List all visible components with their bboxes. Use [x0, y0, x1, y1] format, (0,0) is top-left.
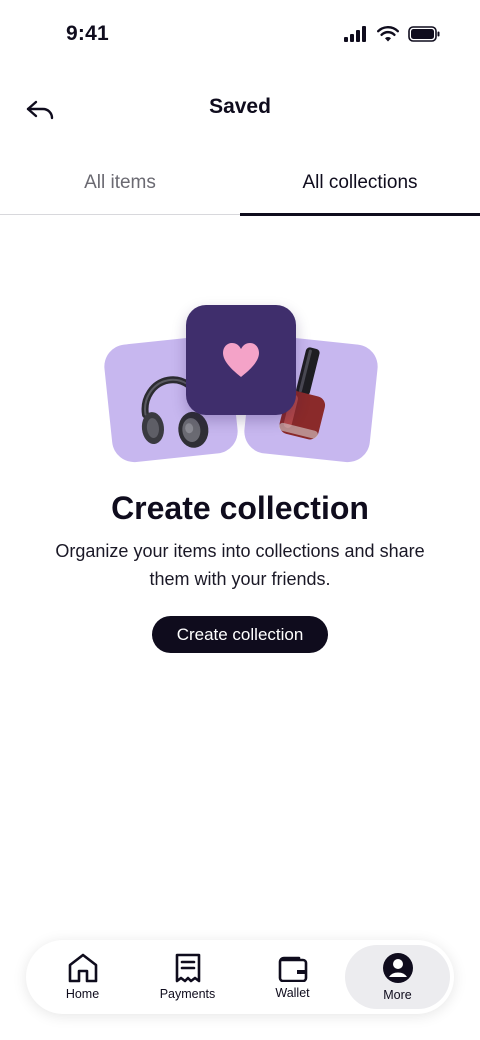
receipt-icon — [175, 953, 200, 983]
profile-icon — [382, 953, 413, 983]
status-bar: 9:41 — [0, 0, 480, 72]
home-icon — [68, 953, 97, 983]
empty-state-description: Organize your items into collections and… — [55, 541, 425, 589]
nav-item-payments[interactable]: Payments — [135, 945, 240, 1009]
status-icons — [344, 26, 440, 42]
nav-item-wallet[interactable]: Wallet — [240, 945, 345, 1009]
battery-icon — [408, 26, 440, 42]
wifi-icon — [377, 26, 399, 42]
nav-label-more: More — [383, 988, 412, 1002]
nav-label-home: Home — [65, 987, 100, 1001]
wallet-icon — [278, 956, 307, 982]
saved-heart-card — [186, 305, 296, 415]
create-collection-button[interactable]: Create collection — [152, 616, 328, 653]
nav-item-more[interactable]: More — [345, 945, 450, 1009]
bottom-nav: Home Payments Wallet More — [26, 940, 454, 1014]
nav-label-wallet: Wallet — [275, 986, 310, 1000]
status-time: 9:41 — [66, 22, 109, 45]
header: Saved — [0, 80, 480, 136]
empty-state-title: Create collection — [111, 490, 369, 526]
page-title: Saved — [209, 95, 271, 118]
tab-all-collections[interactable]: All collections — [240, 160, 480, 216]
collection-illustration — [100, 300, 380, 470]
signal-icon — [344, 26, 366, 42]
nav-item-home[interactable]: Home — [30, 945, 135, 1009]
nav-label-payments: Payments — [159, 987, 216, 1001]
heart-icon — [223, 343, 259, 377]
tab-all-items[interactable]: All items — [0, 160, 240, 214]
tab-bar: All items All collections — [0, 160, 480, 216]
